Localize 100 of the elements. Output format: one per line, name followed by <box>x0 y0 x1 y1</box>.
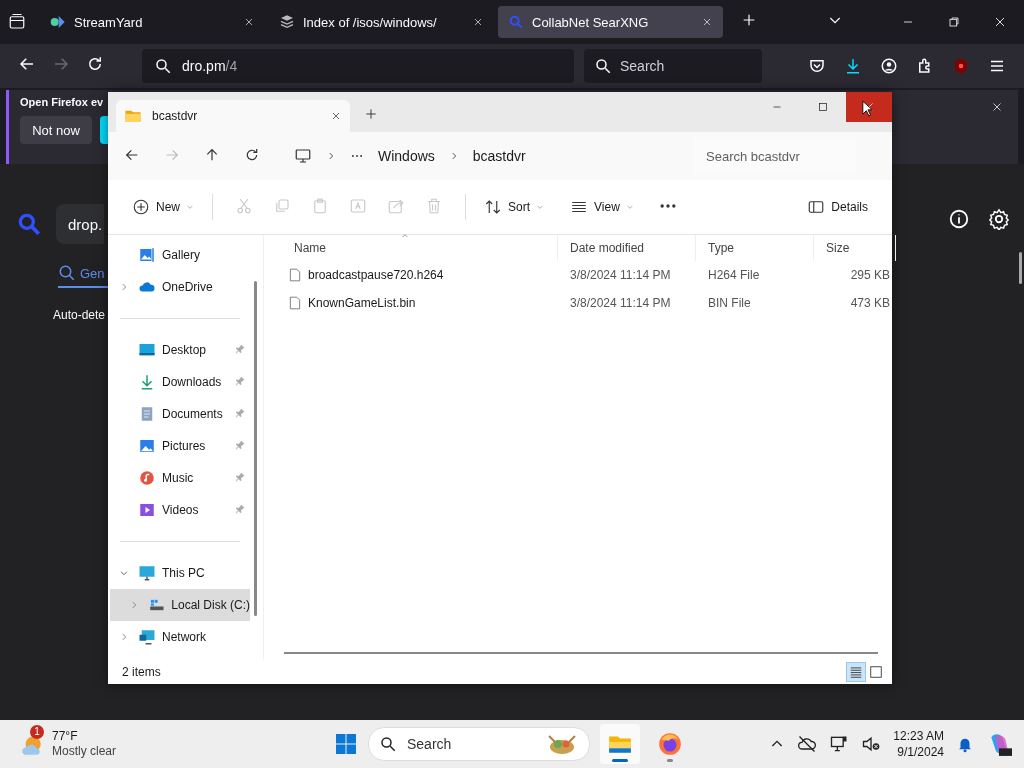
gallery-icon <box>138 246 156 264</box>
table-cell-text: 3/8/2024 11:14 PM <box>569 268 672 282</box>
item-count: 2 items <box>122 665 161 679</box>
account-icon[interactable] <box>880 57 898 75</box>
sort-icon <box>484 198 502 216</box>
nav-item[interactable]: Desktop <box>110 334 250 366</box>
close-icon[interactable] <box>243 16 255 28</box>
close-icon[interactable] <box>472 16 484 28</box>
file-icon <box>288 295 302 311</box>
pictures-icon <box>138 437 156 455</box>
scrollbar[interactable] <box>1019 252 1022 284</box>
column-header[interactable]: Date modified <box>570 241 645 255</box>
nav-item[interactable]: Local Disk (C:) <box>110 589 250 621</box>
notification-badge: 1 <box>30 725 44 739</box>
plus-circle-icon <box>132 198 150 216</box>
browser-tab[interactable]: StreamYard <box>40 6 265 38</box>
breadcrumb[interactable]: bcastdvr <box>472 148 526 164</box>
table-cell-text: H264 File <box>707 268 761 282</box>
search-favicon-icon <box>508 14 524 30</box>
file-icon <box>288 267 302 283</box>
search-icon <box>379 735 397 753</box>
nav-item[interactable]: Documents <box>110 398 250 430</box>
search-icon <box>154 57 172 75</box>
nav-item[interactable]: Videos <box>110 494 250 526</box>
search-icon <box>16 211 42 237</box>
caret-icon <box>536 203 545 211</box>
new-button[interactable]: New <box>126 194 200 220</box>
details-view-icon <box>849 665 863 679</box>
restore-icon[interactable] <box>946 14 962 30</box>
sort-caret-icon <box>400 232 410 240</box>
details-button[interactable]: Details <box>801 194 874 220</box>
reload-icon[interactable] <box>86 55 104 73</box>
pin-icon <box>234 374 246 387</box>
videos-icon <box>138 501 156 519</box>
maximize-icon[interactable] <box>816 100 830 114</box>
table-cell-text: 473 KB <box>849 296 891 310</box>
network-icon <box>138 628 156 646</box>
notification-button[interactable] <box>100 116 108 144</box>
search-icon <box>594 57 612 75</box>
details-pane-icon <box>807 198 826 216</box>
tiles-view-icon <box>869 665 883 679</box>
back-icon[interactable] <box>18 55 36 73</box>
nav-item[interactable]: Gallery <box>110 239 250 271</box>
not-now-button[interactable]: Not now <box>20 116 92 144</box>
notification-message: Open Firefox ev <box>20 96 104 108</box>
chevron-icon[interactable] <box>119 568 129 578</box>
browser-tab[interactable]: CollabNet SearXNG <box>498 6 723 38</box>
query-field[interactable]: drop. <box>56 204 104 244</box>
search-icon <box>58 264 76 282</box>
browser-tab[interactable]: Index of /isos/windows/ <box>269 6 494 38</box>
info-icon[interactable] <box>948 208 970 230</box>
page-text: Auto-dete <box>53 308 106 322</box>
taskbar-app[interactable] <box>600 724 640 764</box>
music-icon <box>138 469 156 487</box>
column-header[interactable]: Name <box>294 241 326 255</box>
table-cell-text: BIN File <box>707 296 752 310</box>
settings-icon[interactable] <box>988 208 1010 230</box>
search-field[interactable]: Search <box>584 49 762 83</box>
volume-muted-icon[interactable] <box>861 734 882 754</box>
nav-item[interactable]: Downloads <box>110 366 250 398</box>
monitor-icon <box>294 147 312 165</box>
forward-icon[interactable] <box>52 55 70 73</box>
file-name[interactable]: broadcastpause720.h264 <box>308 268 444 282</box>
nav-item[interactable]: Network <box>110 621 250 653</box>
mouse-cursor-icon <box>862 100 874 118</box>
caret-icon <box>625 203 634 211</box>
table-cell-text: 295 KB <box>849 268 891 282</box>
taskbar-search-field[interactable]: Search <box>368 727 590 761</box>
clock[interactable]: 12:23 AM 9/1/2024 <box>893 728 944 760</box>
tab-list-icon[interactable] <box>8 13 26 31</box>
windows-start-icon[interactable] <box>334 732 358 756</box>
pin-icon <box>234 406 246 419</box>
refresh-icon[interactable] <box>244 146 260 163</box>
explorer-tab[interactable]: bcastdvr <box>116 100 350 132</box>
view-toggle[interactable] <box>846 662 866 682</box>
pin-icon <box>234 470 246 483</box>
new-tab-icon[interactable] <box>741 12 757 28</box>
cloud-off-icon[interactable] <box>797 734 818 754</box>
display-icon[interactable] <box>829 734 850 754</box>
address-field[interactable]: dro.pm/4 <box>142 49 574 83</box>
scrollbar[interactable] <box>284 652 878 654</box>
food-bowl-icon <box>545 732 579 756</box>
scrollbar[interactable] <box>254 281 257 616</box>
address-bar[interactable]: Windows bcastdvr <box>284 139 684 173</box>
nav-item[interactable]: Pictures <box>110 430 250 462</box>
file-name[interactable]: KnownGameList.bin <box>308 296 416 310</box>
breadcrumb[interactable]: Windows <box>378 148 435 164</box>
view-button[interactable]: View <box>564 194 640 220</box>
shield-icon[interactable] <box>952 57 970 75</box>
pin-icon <box>234 342 246 355</box>
column-header[interactable]: Size <box>826 241 850 255</box>
sort-button[interactable]: Sort <box>478 194 551 220</box>
up-icon[interactable] <box>204 146 220 163</box>
download-icon[interactable] <box>844 57 862 75</box>
temperature: 77°F <box>52 729 79 744</box>
nav-item[interactable]: Music <box>110 462 250 494</box>
column-header[interactable]: Type <box>708 241 734 255</box>
nav-item[interactable]: OneDrive <box>110 271 250 303</box>
nav-item[interactable]: This PC <box>110 557 250 589</box>
monitor-icon <box>138 564 156 582</box>
